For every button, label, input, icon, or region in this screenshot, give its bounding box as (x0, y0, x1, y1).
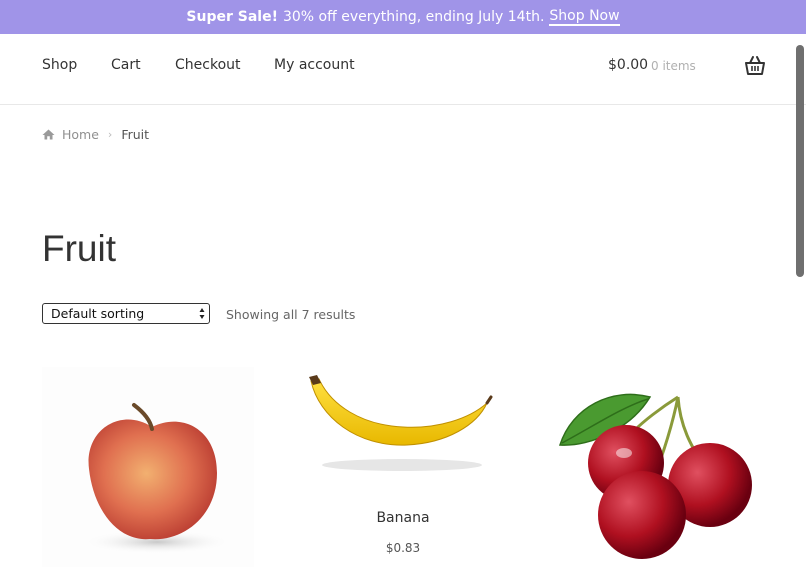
sorting-selected-value: Default sorting (51, 306, 145, 321)
sale-banner: Super Sale! 30% off everything, ending J… (0, 0, 806, 34)
cart-count[interactable]: 0 items (651, 59, 696, 73)
header-nav: Shop Cart Checkout My account $0.00 0 it… (0, 34, 806, 105)
cart-total[interactable]: $0.00 (608, 57, 648, 73)
cherries-image[interactable] (552, 367, 764, 567)
basket-icon[interactable] (744, 55, 766, 77)
nav-item-checkout[interactable]: Checkout (175, 57, 241, 73)
select-arrows-icon (199, 308, 205, 319)
shop-now-link[interactable]: Shop Now (549, 8, 620, 26)
product-price: $0.83 (385, 541, 421, 555)
breadcrumb-home-link[interactable]: Home (62, 127, 99, 142)
apple-image[interactable] (42, 367, 254, 567)
banana-image[interactable] (297, 367, 509, 487)
breadcrumb-current: Fruit (121, 127, 150, 142)
product-card-cherries[interactable] (552, 367, 764, 567)
banner-text: 30% off everything, ending July 14th. (282, 9, 545, 25)
chevron-right-icon: › (107, 128, 113, 141)
product-card-apple[interactable] (42, 367, 254, 567)
nav-item-cart[interactable]: Cart (111, 57, 141, 73)
page-title: Fruit (42, 228, 116, 269)
page-scrollbar[interactable] (796, 45, 804, 277)
results-count: Showing all 7 results (226, 307, 356, 322)
product-card-banana[interactable]: Banana $0.83 (297, 367, 509, 567)
nav-item-shop[interactable]: Shop (42, 57, 77, 73)
breadcrumb: Home › Fruit (42, 127, 149, 142)
home-icon (42, 129, 55, 140)
product-name[interactable]: Banana (297, 510, 509, 526)
sorting-select[interactable]: Default sorting (42, 303, 210, 324)
nav-item-my-account[interactable]: My account (274, 57, 355, 73)
banner-bold-text: Super Sale! (186, 9, 278, 25)
